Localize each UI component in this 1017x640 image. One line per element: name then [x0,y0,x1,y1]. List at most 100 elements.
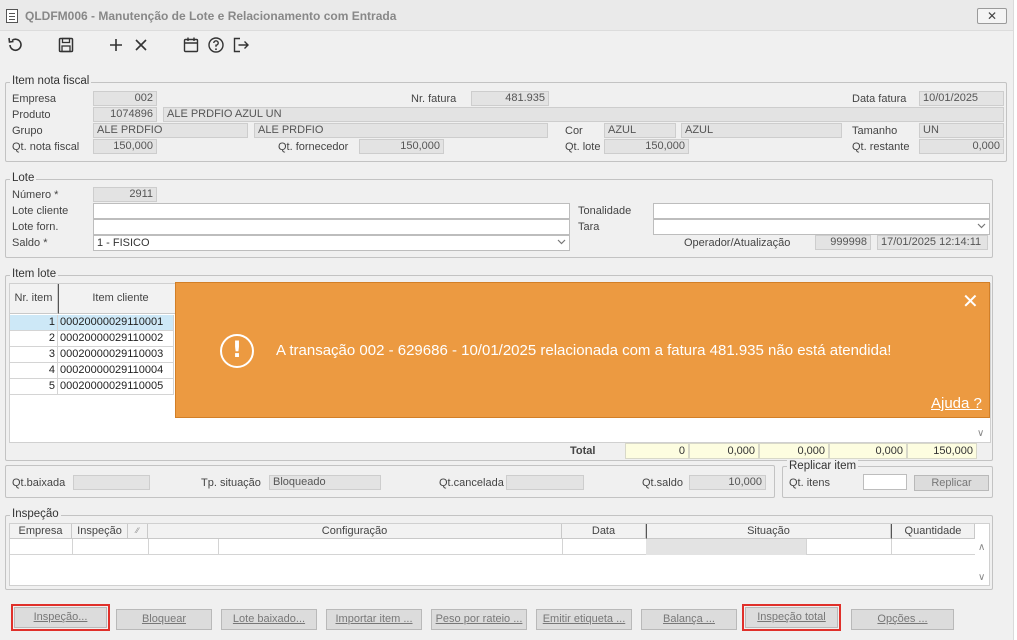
qt-itens-input[interactable] [863,474,907,490]
grid-scroll-down-icon[interactable]: ∨ [977,428,984,439]
warning-icon: ! [220,334,254,368]
cell-item-cliente: 00020000029110002 [58,331,174,347]
tp-situacao-label: Tp. situação [201,477,261,489]
total-field-2: 0,000 [689,443,759,459]
qt-lote-field: 150,000 [604,139,689,154]
grupo-label: Grupo [12,125,43,137]
bloquear-button[interactable]: Bloquear [116,609,212,630]
tara-label: Tara [578,221,600,233]
calendar-icon[interactable] [180,34,202,56]
saldo-label: Saldo * [12,237,48,249]
cell-nr-item: 1 [10,315,58,331]
table-row[interactable]: 3 00020000029110003 [10,347,174,363]
row-divider [72,539,73,555]
chevron-down-icon [557,239,566,245]
importar-item-button-label: Importar item ... [335,613,413,625]
saldo-select[interactable]: 1 - FISICO [93,235,570,251]
data-fatura-label: Data fatura [852,93,907,105]
lote-baixado-button[interactable]: Lote baixado... [221,609,317,630]
undo-icon[interactable] [4,34,26,56]
add-icon[interactable] [105,34,127,56]
tara-select[interactable] [653,219,990,235]
column-header-quantidade[interactable]: Quantidade [891,524,975,539]
cor-codigo-field: AZUL [604,123,676,138]
column-header-item-cliente[interactable]: Item cliente [58,284,183,314]
column-header-empresa[interactable]: Empresa [10,524,72,539]
toast-close-icon[interactable]: ✕ [962,291,979,311]
lote-forn-input[interactable] [93,219,570,235]
peso-rateio-button-label: Peso por rateio ... [435,613,523,625]
tamanho-field: UN [919,123,1004,138]
produto-codigo-field: 1074896 [93,107,157,122]
row-divider [148,539,149,555]
cell-item-cliente: 00020000029110003 [58,347,174,363]
produto-label: Produto [12,109,51,121]
inspecao-empty-row[interactable] [10,539,975,555]
toast-help-link[interactable]: Ajuda ? [931,395,982,412]
qt-cancelada-field [506,475,584,490]
emitir-etiqueta-button-label: Emitir etiqueta ... [542,613,626,625]
grupo-codigo-field: ALE PRDFIO [93,123,248,138]
table-row[interactable]: 5 00020000029110005 [10,379,174,395]
help-icon[interactable] [205,34,227,56]
total-field-3: 0,000 [759,443,829,459]
cor-descricao-field: AZUL [681,123,842,138]
lote-baixado-button-label: Lote baixado... [232,613,306,625]
column-header-data[interactable]: Data [562,524,646,539]
peso-rateio-button[interactable]: Peso por rateio ... [431,609,527,630]
inspecao-button[interactable]: Inspeção... [14,607,107,628]
operador-atualizacao-label: Operador/Atualização [684,237,791,249]
cell-item-cliente: 00020000029110005 [58,379,174,395]
table-row[interactable]: 1 00020000029110001 [10,315,174,331]
replicar-button[interactable]: Replicar [914,475,989,491]
lote-cliente-input[interactable] [93,203,570,219]
chevron-down-icon [977,223,986,229]
column-header-sort-icon[interactable]: ∕∕ [128,524,148,539]
lote-cliente-label: Lote cliente [12,205,69,217]
operador-field: 999998 [815,235,871,250]
balanca-button-label: Balança ... [663,613,715,625]
grupo-descricao-field: ALE PRDFIO [254,123,548,138]
item-lote-rows: 1 00020000029110001 2 00020000029110002 … [10,315,174,395]
toast-message: A transação 002 - 629686 - 10/01/2025 re… [276,342,892,359]
numero-label: Número * [12,189,59,201]
qt-nota-fiscal-label: Qt. nota fiscal [12,141,80,153]
cell-nr-item: 3 [10,347,58,363]
table-row[interactable]: 4 00020000029110004 [10,363,174,379]
row-divider [562,539,563,555]
replicar-item-legend: Replicar item [787,460,859,472]
opcoes-button[interactable]: Opções ... [851,609,954,630]
delete-icon[interactable] [130,34,152,56]
column-header-configuracao[interactable]: Configuração [148,524,562,539]
warning-toast: ! A transação 002 - 629686 - 10/01/2025 … [175,282,990,418]
importar-item-button[interactable]: Importar item ... [326,609,422,630]
inspecao-button-label: Inspeção... [33,611,88,623]
row-divider [218,539,219,555]
lote-legend: Lote [10,172,37,184]
save-icon[interactable] [55,34,77,56]
row-divider [891,539,892,555]
tonalidade-input[interactable] [653,203,990,219]
column-header-inspecao[interactable]: Inspeção [72,524,128,539]
balanca-button[interactable]: Balança ... [641,609,737,630]
qt-baixada-label: Qt.baixada [12,477,66,489]
inspecao-scroll-up-icon[interactable]: ∧ [978,542,985,553]
qt-saldo-field: 10,000 [689,475,766,490]
emitir-etiqueta-button[interactable]: Emitir etiqueta ... [536,609,632,630]
table-row[interactable]: 2 00020000029110002 [10,331,174,347]
qt-restante-field: 0,000 [919,139,1004,154]
window-close-button[interactable]: ✕ [977,8,1007,24]
tonalidade-label: Tonalidade [578,205,632,217]
exit-icon[interactable] [230,34,252,56]
bloquear-button-label: Bloquear [141,613,187,625]
empresa-label: Empresa [12,93,57,105]
inspecao-total-button[interactable]: Inspeção total [745,607,838,628]
qt-baixada-field [73,475,150,490]
inspecao-scroll-down-icon[interactable]: ∨ [978,572,985,583]
qt-itens-label: Qt. itens [789,477,830,489]
data-fatura-field: 10/01/2025 [919,91,1004,106]
column-header-situacao[interactable]: Situação [646,524,891,539]
window-title: QLDFM006 - Manutenção de Lote e Relacion… [25,9,397,23]
cell-nr-item: 2 [10,331,58,347]
column-header-nr-item[interactable]: Nr. item [10,284,58,314]
